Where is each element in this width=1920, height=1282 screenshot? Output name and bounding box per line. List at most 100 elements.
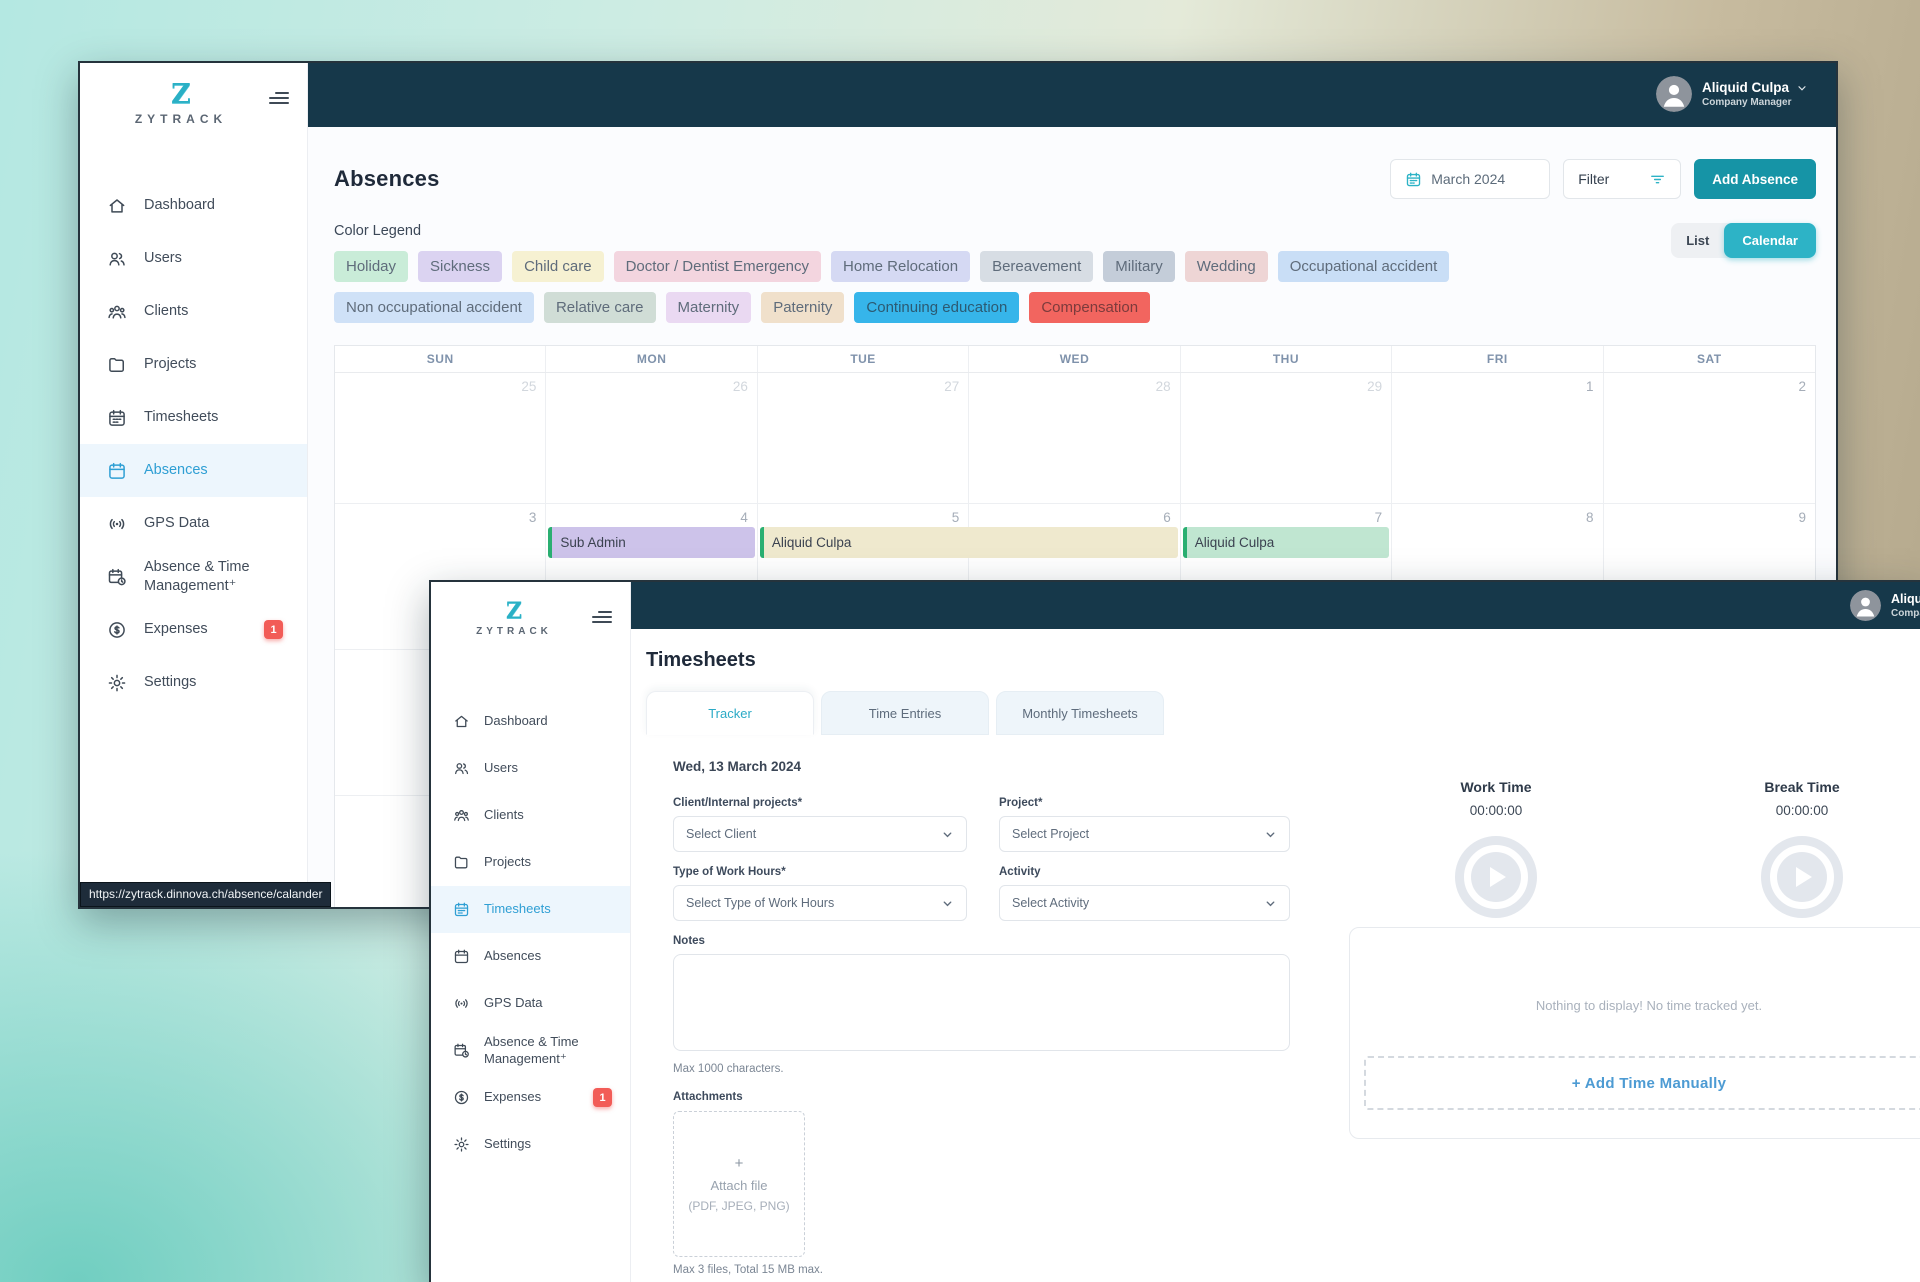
sidebar-item-projects[interactable]: Projects bbox=[431, 839, 630, 886]
sidebar: Z ZYTRACK DashboardUsersClientsProjectsT… bbox=[431, 582, 631, 1282]
sidebar-item-label: GPS Data bbox=[484, 995, 551, 1011]
calendar-cell[interactable]: 1 bbox=[1392, 373, 1603, 504]
top-header: Aliquid Culpa Company Manager bbox=[631, 582, 1920, 629]
timesheets-window: Z ZYTRACK DashboardUsersClientsProjectsT… bbox=[429, 580, 1920, 1282]
day-header-tue: TUE bbox=[758, 346, 969, 372]
chevron-down-icon bbox=[1264, 897, 1277, 910]
sidebar-item-expenses[interactable]: Expenses1 bbox=[431, 1074, 630, 1121]
filter-button[interactable]: Filter bbox=[1563, 159, 1681, 199]
filter-label: Filter bbox=[1578, 171, 1609, 187]
desktop-background: Z ZYTRACK DashboardUsersClientsProjectsT… bbox=[0, 0, 1920, 1282]
sidebar-item-expenses[interactable]: Expenses1 bbox=[80, 603, 307, 656]
sidebar-item-clients[interactable]: Clients bbox=[80, 285, 307, 338]
clients-icon bbox=[107, 302, 127, 322]
sidebar-item-timesheets[interactable]: Timesheets bbox=[80, 391, 307, 444]
sidebar-header: Z ZYTRACK bbox=[80, 63, 307, 151]
legend-chip-maternity: Maternity bbox=[666, 292, 752, 323]
sidebar-item-timesheets[interactable]: Timesheets bbox=[431, 886, 630, 933]
signal-icon bbox=[107, 514, 127, 534]
attach-formats: (PDF, JPEG, PNG) bbox=[688, 1199, 789, 1213]
sidebar-item-absence-time-management[interactable]: Absence & Time Management⁺ bbox=[431, 1027, 630, 1074]
calendar-cell[interactable]: 2 bbox=[1604, 373, 1815, 504]
view-toggle: List Calendar bbox=[1671, 223, 1816, 258]
folder-icon bbox=[453, 854, 470, 871]
sidebar-item-gps-data[interactable]: GPS Data bbox=[80, 497, 307, 550]
status-bar-url: https://zytrack.dinnova.ch/absence/calan… bbox=[80, 882, 331, 907]
user-role: Company Manager bbox=[1891, 608, 1920, 619]
calendar-cell[interactable]: 27 bbox=[758, 373, 969, 504]
client-select-value: Select Client bbox=[686, 827, 756, 841]
sidebar-item-gps-data[interactable]: GPS Data bbox=[431, 980, 630, 1027]
sidebar-item-dashboard[interactable]: Dashboard bbox=[431, 698, 630, 745]
sidebar-nav: DashboardUsersClientsProjects Timesheets A… bbox=[431, 698, 630, 1168]
sidebar-item-label: Projects bbox=[144, 355, 204, 373]
work-hours-select[interactable]: Select Type of Work Hours bbox=[673, 885, 967, 921]
sidebar-item-users[interactable]: Users bbox=[431, 745, 630, 792]
tracker-form: Client/Internal projects* Select Client … bbox=[673, 783, 1290, 1276]
user-menu[interactable]: Aliquid Culpa Company Manager bbox=[1850, 590, 1920, 621]
tracker-timers: Work Time 00:00:00 Break Time 00:00:00 N… bbox=[1349, 779, 1920, 1282]
sidebar-item-projects[interactable]: Projects bbox=[80, 338, 307, 391]
calendar-cell[interactable]: 26 bbox=[546, 373, 757, 504]
calendar-view-button[interactable]: Calendar bbox=[1724, 223, 1816, 258]
signal-icon bbox=[453, 995, 470, 1012]
sidebar-item-absences[interactable]: Absences bbox=[80, 444, 307, 497]
avatar bbox=[1850, 590, 1881, 621]
date-number: 26 bbox=[733, 379, 748, 394]
legend-chip-military: Military bbox=[1103, 251, 1175, 282]
sidebar-item-label: Expenses bbox=[144, 620, 216, 638]
folder-icon bbox=[107, 355, 127, 375]
notes-label: Notes bbox=[673, 935, 1290, 947]
sidebar-item-absence-time-management[interactable]: Absence & Time Management⁺ bbox=[80, 550, 307, 603]
empty-message: Nothing to display! No time tracked yet. bbox=[1350, 998, 1920, 1013]
work-timer-play-button[interactable] bbox=[1455, 836, 1537, 918]
gear-icon bbox=[453, 1136, 470, 1153]
sidebar-nav: DashboardUsersClientsProjectsTimesheetsA… bbox=[80, 179, 307, 709]
calendar-event[interactable]: Sub Admin bbox=[548, 527, 754, 558]
attach-file-text: Attach file bbox=[710, 1178, 767, 1193]
sidebar-item-clients[interactable]: Clients bbox=[431, 792, 630, 839]
sidebar-item-dashboard[interactable]: Dashboard bbox=[80, 179, 307, 232]
legend-chip-holiday: Holiday bbox=[334, 251, 408, 282]
calendar-cell[interactable]: 28 bbox=[969, 373, 1180, 504]
break-timer-play-button[interactable] bbox=[1761, 836, 1843, 918]
sidebar-item-users[interactable]: Users bbox=[80, 232, 307, 285]
legend-title: Color Legend bbox=[334, 223, 1449, 239]
date-number: 8 bbox=[1586, 510, 1594, 525]
calendar-cell[interactable]: 29 bbox=[1181, 373, 1392, 504]
chevron-down-icon bbox=[941, 897, 954, 910]
calendar-event[interactable]: Aliquid Culpa bbox=[1183, 527, 1389, 558]
sidebar-item-absences[interactable]: Absences bbox=[431, 933, 630, 980]
user-menu[interactable]: Aliquid Culpa Company Manager bbox=[1656, 76, 1808, 112]
attachments-label: Attachments bbox=[673, 1091, 1290, 1103]
calendar-icon bbox=[453, 901, 470, 918]
month-picker-button[interactable]: March 2024 bbox=[1390, 159, 1550, 199]
activity-select[interactable]: Select Activity bbox=[999, 885, 1290, 921]
tab-tracker[interactable]: Tracker bbox=[646, 691, 814, 735]
tab-monthly-timesheets[interactable]: Monthly Timesheets bbox=[996, 691, 1164, 735]
sidebar-item-settings[interactable]: Settings bbox=[80, 656, 307, 709]
calendar-event[interactable]: Aliquid Culpa bbox=[760, 527, 1178, 558]
page-title: Timesheets bbox=[646, 649, 756, 672]
day-header-thu: THU bbox=[1181, 346, 1392, 372]
list-view-button[interactable]: List bbox=[1671, 224, 1724, 257]
sidebar-item-label: Timesheets bbox=[484, 901, 559, 917]
calendar-icon bbox=[1405, 171, 1422, 188]
tab-time-entries[interactable]: Time Entries bbox=[821, 691, 989, 735]
work-hours-label: Type of Work Hours* bbox=[673, 866, 967, 878]
legend-row-1: HolidaySicknessChild careDoctor / Dentis… bbox=[334, 251, 1449, 282]
legend-chip-sickness: Sickness bbox=[418, 251, 502, 282]
notes-input[interactable] bbox=[673, 954, 1290, 1051]
hamburger-menu-icon[interactable] bbox=[269, 89, 289, 107]
client-select[interactable]: Select Client bbox=[673, 816, 967, 852]
month-picker-label: March 2024 bbox=[1431, 171, 1505, 187]
add-absence-button[interactable]: Add Absence bbox=[1694, 159, 1816, 199]
attach-file-dropzone[interactable]: + Attach file (PDF, JPEG, PNG) bbox=[673, 1111, 805, 1257]
calendar-cell[interactable]: 25 bbox=[335, 373, 546, 504]
calendar-clock-icon bbox=[453, 1042, 470, 1059]
add-time-manually-button[interactable]: + Add Time Manually bbox=[1364, 1056, 1920, 1110]
sidebar-item-settings[interactable]: Settings bbox=[431, 1121, 630, 1168]
date-number: 2 bbox=[1798, 379, 1806, 394]
hamburger-menu-icon[interactable] bbox=[592, 608, 612, 626]
project-select[interactable]: Select Project bbox=[999, 816, 1290, 852]
